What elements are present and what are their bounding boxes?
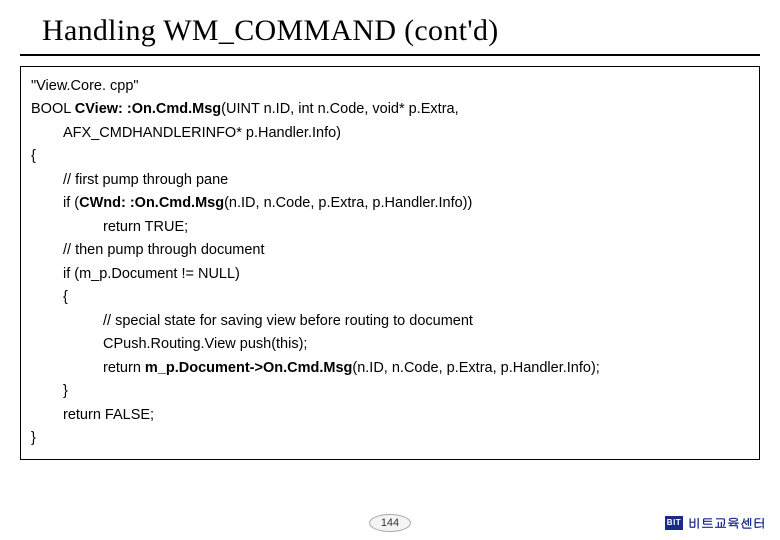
- code-line: return TRUE;: [31, 216, 749, 239]
- code-line: AFX_CMDHANDLERINFO* p.Handler.Info): [31, 122, 749, 145]
- title-rule: [20, 54, 760, 56]
- code-text: (UINT n.ID, int n.Code, void* p.Extra,: [221, 101, 458, 117]
- brand: BIT 비트교육센터: [665, 513, 766, 532]
- code-bold: CView: :On.Cmd.Msg: [75, 101, 221, 117]
- code-bold: CWnd: :On.Cmd.Msg: [79, 195, 224, 211]
- code-line: CPush.Routing.View push(this);: [31, 333, 749, 356]
- code-line: {: [31, 145, 749, 168]
- code-line: // then pump through document: [31, 239, 749, 262]
- brand-text: 비트교육센터: [688, 513, 766, 532]
- code-line: return FALSE;: [31, 404, 749, 427]
- code-box: "View.Core. cpp" BOOL CView: :On.Cmd.Msg…: [20, 66, 760, 460]
- slide-title: Handling WM_COMMAND (cont'd): [20, 14, 760, 54]
- code-text: if (: [63, 195, 79, 211]
- page-number: 144: [369, 514, 411, 532]
- code-line: // special state for saving view before …: [31, 310, 749, 333]
- code-line: "View.Core. cpp": [31, 75, 749, 98]
- bit-logo-icon: BIT: [665, 516, 683, 530]
- code-text: (n.ID, n.Code, p.Extra, p.Handler.Info);: [352, 360, 599, 376]
- code-text: return: [103, 360, 145, 376]
- code-line: }: [31, 427, 749, 450]
- slide-footer: 144 BIT 비트교육센터: [0, 512, 780, 534]
- code-bold: m_p.Document->On.Cmd.Msg: [145, 360, 352, 376]
- code-line: if (m_p.Document != NULL): [31, 263, 749, 286]
- slide-page: Handling WM_COMMAND (cont'd) "View.Core.…: [0, 0, 780, 540]
- code-text: BOOL: [31, 101, 75, 117]
- code-line: }: [31, 380, 749, 403]
- code-line: return m_p.Document->On.Cmd.Msg(n.ID, n.…: [31, 357, 749, 380]
- code-line: if (CWnd: :On.Cmd.Msg(n.ID, n.Code, p.Ex…: [31, 192, 749, 215]
- code-line: BOOL CView: :On.Cmd.Msg(UINT n.ID, int n…: [31, 98, 749, 121]
- code-line: // first pump through pane: [31, 169, 749, 192]
- code-text: (n.ID, n.Code, p.Extra, p.Handler.Info)): [224, 195, 472, 211]
- page-number-wrap: 144: [369, 514, 411, 532]
- code-line: {: [31, 286, 749, 309]
